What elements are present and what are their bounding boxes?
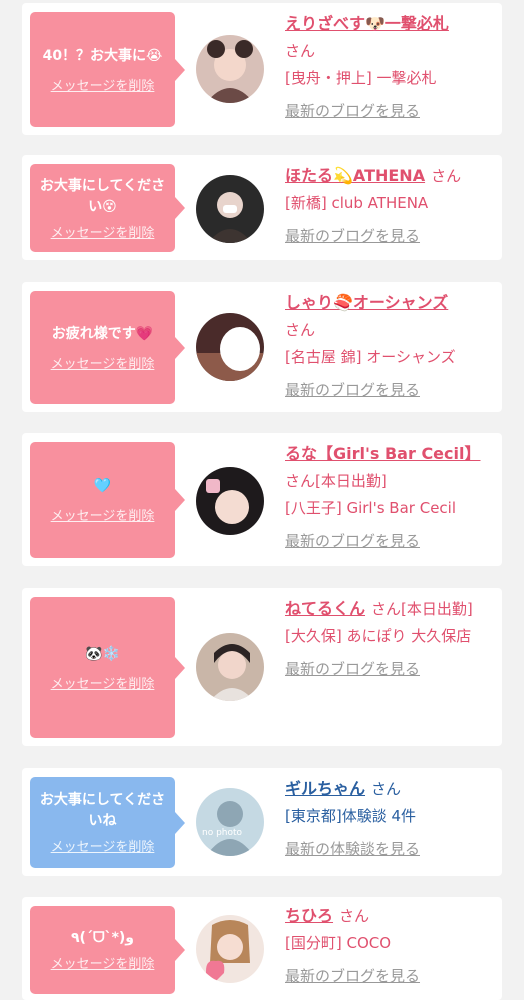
- message-text: ٩(ˊᗜˋ*)و: [71, 930, 134, 946]
- sender-name-link[interactable]: ねてるくん: [285, 599, 365, 618]
- message-text: 🐼❄️: [85, 645, 120, 662]
- delete-message-link[interactable]: メッセージを削除: [51, 353, 155, 372]
- message-bubble: お大事にしてください😵 メッセージを削除: [30, 164, 185, 252]
- sender-info: ちひろ さん [国分町] COCO 最新のブログを見る: [285, 902, 485, 990]
- delete-message-link[interactable]: メッセージを削除: [51, 673, 155, 692]
- avatar[interactable]: [196, 175, 264, 243]
- sender-info: ほたる💫ATHENA さん [新橋] club ATHENA 最新のブログを見る: [285, 162, 485, 250]
- sender-suffix: さん[本日出勤]: [285, 472, 387, 490]
- message-bubble: 🩵 メッセージを削除: [30, 442, 185, 558]
- latest-blog-link[interactable]: 最新のブログを見る: [285, 656, 485, 683]
- shop-label: [八王子] Girl's Bar Cecil: [285, 499, 457, 517]
- message-card: お大事にしてください😵 メッセージを削除 ほたる💫ATHENA さん [新橋] c…: [22, 155, 502, 260]
- avatar[interactable]: [196, 633, 264, 701]
- message-card: 🐼❄️ メッセージを削除 ねてるくん さん[本日出勤] [大久保] あにぽり 大久…: [22, 588, 502, 746]
- delete-message-link[interactable]: メッセージを削除: [51, 75, 155, 94]
- sender-info: るな【Girl's Bar Cecil】 さん[本日出勤] [八王子] Girl…: [285, 440, 485, 555]
- avatar[interactable]: [196, 915, 264, 983]
- message-card: 🩵 メッセージを削除 るな【Girl's Bar Cecil】 さん[本日出勤]…: [22, 433, 502, 566]
- message-card: お疲れ様です💗 メッセージを削除 しゃり🍣オーシャンズ さん [名古屋 錦] オ…: [22, 282, 502, 412]
- shop-label: [国分町] COCO: [285, 934, 392, 952]
- latest-blog-link[interactable]: 最新のブログを見る: [285, 377, 485, 404]
- sender-info: ねてるくん さん[本日出勤] [大久保] あにぽり 大久保店 最新のブログを見る: [285, 595, 485, 683]
- delete-message-link[interactable]: メッセージを削除: [51, 836, 155, 855]
- shop-label: [曳舟・押上] 一撃必札: [285, 69, 437, 87]
- message-bubble: お疲れ様です💗 メッセージを削除: [30, 291, 185, 404]
- message-text: 40！？お大事に😭: [42, 47, 163, 64]
- message-list: 40！？お大事に😭 メッセージを削除 えりざべす🐶一撃必札 さん [曳舟・押上]…: [0, 0, 524, 1000]
- no-photo-label: no photo: [202, 828, 243, 838]
- message-card: 40！？お大事に😭 メッセージを削除 えりざべす🐶一撃必札 さん [曳舟・押上]…: [22, 3, 502, 135]
- sender-info: えりざべす🐶一撃必札 さん [曳舟・押上] 一撃必札 最新のブログを見る: [285, 10, 485, 125]
- message-bubble: お大事にしてくださいね メッセージを削除: [30, 777, 185, 868]
- latest-blog-link[interactable]: 最新のブログを見る: [285, 528, 485, 555]
- message-text: お大事にしてください😵: [39, 177, 166, 215]
- message-card: お大事にしてくださいね メッセージを削除 no photo ギルちゃん さん [東…: [22, 768, 502, 876]
- latest-blog-link[interactable]: 最新のブログを見る: [285, 98, 485, 125]
- sender-name-link[interactable]: しゃり🍣オーシャンズ: [285, 293, 448, 312]
- review-count: [東京都]体験談 4件: [285, 807, 417, 825]
- avatar[interactable]: [196, 313, 264, 381]
- shop-label: [大久保] あにぽり 大久保店: [285, 627, 472, 645]
- delete-message-link[interactable]: メッセージを削除: [51, 222, 155, 241]
- sender-suffix: さん[本日出勤]: [371, 600, 473, 618]
- sender-suffix: さん: [339, 907, 370, 925]
- avatar[interactable]: [196, 35, 264, 103]
- sender-suffix: さん: [371, 780, 402, 798]
- latest-review-link[interactable]: 最新の体験談を見る: [285, 836, 485, 863]
- avatar[interactable]: no photo: [196, 788, 264, 856]
- sender-name-link[interactable]: ちひろ: [285, 906, 333, 925]
- sender-suffix: さん: [431, 167, 462, 185]
- sender-suffix: さん: [285, 321, 316, 339]
- sender-name-link[interactable]: ほたる💫ATHENA: [285, 166, 425, 185]
- sender-name-link[interactable]: るな【Girl's Bar Cecil】: [285, 444, 481, 463]
- message-card: ٩(ˊᗜˋ*)و メッセージを削除 ちひろ さん [国分町] COCO 最新のブロ…: [22, 897, 502, 1000]
- latest-blog-link[interactable]: 最新のブログを見る: [285, 223, 485, 250]
- message-bubble: 40！？お大事に😭 メッセージを削除: [30, 12, 185, 127]
- sender-info: ギルちゃん さん [東京都]体験談 4件 最新の体験談を見る: [285, 775, 485, 863]
- latest-blog-link[interactable]: 最新のブログを見る: [285, 963, 485, 990]
- message-bubble: 🐼❄️ メッセージを削除: [30, 597, 185, 738]
- delete-message-link[interactable]: メッセージを削除: [51, 505, 155, 524]
- delete-message-link[interactable]: メッセージを削除: [51, 953, 155, 972]
- message-text: 🩵: [93, 478, 112, 494]
- sender-name-link[interactable]: えりざべす🐶一撃必札: [285, 14, 449, 33]
- avatar[interactable]: [196, 467, 264, 535]
- shop-label: [新橋] club ATHENA: [285, 194, 429, 212]
- shop-label: [名古屋 錦] オーシャンズ: [285, 348, 456, 366]
- sender-name-link[interactable]: ギルちゃん: [285, 779, 365, 798]
- message-bubble: ٩(ˊᗜˋ*)و メッセージを削除: [30, 906, 185, 994]
- sender-info: しゃり🍣オーシャンズ さん [名古屋 錦] オーシャンズ 最新のブログを見る: [285, 289, 485, 404]
- message-text: お疲れ様です💗: [51, 325, 154, 342]
- message-text: お大事にしてくださいね: [39, 792, 166, 829]
- sender-suffix: さん: [285, 42, 316, 60]
